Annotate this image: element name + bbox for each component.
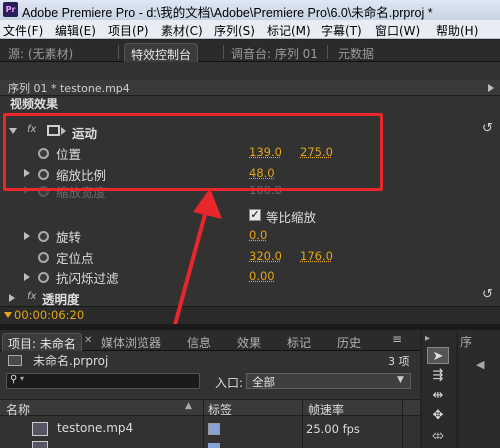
project-name: 未命名.prproj <box>33 354 109 368</box>
antiflicker-row: 抗闪烁过滤 0.00 <box>0 267 500 287</box>
expand-panel-icon[interactable] <box>488 84 494 92</box>
tab-history[interactable]: 历史 <box>332 333 366 351</box>
opacity-effect-row[interactable]: fx 透明度 ↺ <box>0 287 500 308</box>
column-name[interactable]: 名称 <box>6 401 30 418</box>
fx-toggle-icon[interactable]: fx <box>27 291 36 302</box>
search-dropdown-icon[interactable]: ▾ <box>20 374 24 383</box>
label-color-swatch[interactable] <box>208 443 220 448</box>
in-point-dropdown[interactable]: 全部 ▼ <box>246 373 411 389</box>
playhead-icon <box>4 312 12 318</box>
menu-sequence[interactable]: 序列(S) <box>214 22 255 39</box>
column-frame-rate[interactable]: 帧速率 <box>308 401 344 418</box>
sequence-clip-label: 序列 01 * testone.mp4 <box>8 82 130 95</box>
ripple-edit-tool-icon[interactable]: ⇹ <box>427 387 449 404</box>
title-bar: Pr Adobe Premiere Pro - d:\我的文档\Adobe\Pr… <box>0 0 500 20</box>
tab-divider <box>223 45 224 59</box>
reset-opacity-icon[interactable]: ↺ <box>482 287 493 302</box>
in-point-value: 全部 <box>252 375 275 389</box>
timeline-icon[interactable]: ◀ <box>476 358 484 371</box>
menu-window[interactable]: 窗口(W) <box>375 22 420 39</box>
uniform-scale-label: 等比缩放 <box>266 210 317 225</box>
tab-media-browser[interactable]: 媒体浏览器 <box>96 333 166 351</box>
item-count: 3 项 <box>388 355 410 368</box>
in-point-label: 入口: <box>215 376 244 390</box>
rolling-edit-tool-icon[interactable]: ✥ <box>427 407 449 424</box>
close-tab-icon[interactable]: ✕ <box>84 335 92 346</box>
sequence-header: 序列 01 * testone.mp4 <box>0 80 500 96</box>
stopwatch-icon[interactable] <box>38 272 49 283</box>
tools-panel: ▸ ➤ ⇶ ⇹ ✥ ⤄ <box>422 330 456 448</box>
expand-rotation-icon[interactable] <box>24 232 30 240</box>
video-effects-header: 视频效果 <box>0 98 500 112</box>
reset-motion-icon[interactable]: ↺ <box>482 121 493 136</box>
stopwatch-icon[interactable] <box>38 252 49 263</box>
selection-tool-icon[interactable]: ➤ <box>427 347 449 364</box>
anchor-point-row: 定位点 320.0 176.0 <box>0 247 500 267</box>
tab-audio-mixer[interactable]: 调音台: 序列 01 <box>225 43 324 62</box>
stopwatch-icon[interactable] <box>38 231 49 242</box>
project-item-row[interactable]: testone.mp4 25.00 fps <box>0 419 420 439</box>
menu-edit[interactable]: 编辑(E) <box>55 22 96 39</box>
panel-menu-icon[interactable]: ▸ <box>425 333 430 344</box>
timeline-tab-label[interactable]: 序 <box>460 333 472 350</box>
antiflicker-value[interactable]: 0.00 <box>249 269 275 283</box>
rotation-value[interactable]: 0.0 <box>249 228 267 242</box>
track-select-tool-icon[interactable]: ⇶ <box>427 367 449 384</box>
panel-menu-icon[interactable]: ≡ <box>392 332 402 346</box>
clip-icon <box>32 441 48 448</box>
menu-project[interactable]: 项目(P) <box>108 22 149 39</box>
project-panel-tabs: 项目: 未命名 ✕ 媒体浏览器 信息 效果 标记 历史 ≡ <box>0 330 420 351</box>
anchor-point-label: 定位点 <box>56 251 94 266</box>
timeline-panel: 序 ◀ <box>458 330 500 448</box>
project-search-field[interactable]: ⚲ ▾ <box>6 373 200 389</box>
top-panel-tabs: 源: (无素材) 特效控制台 调音台: 序列 01 元数据 <box>0 40 500 62</box>
menu-help[interactable]: 帮助(H) <box>436 22 478 39</box>
sort-ascending-icon[interactable]: ▲ <box>185 401 192 411</box>
item-name: testone.mp4 <box>57 421 134 435</box>
rotation-label: 旋转 <box>56 230 82 245</box>
menu-marker[interactable]: 标记(M) <box>267 22 311 39</box>
video-effects-label: 视频效果 <box>10 98 59 111</box>
anchor-y-value[interactable]: 176.0 <box>300 249 333 263</box>
anchor-x-value[interactable]: 320.0 <box>249 249 282 263</box>
menu-file[interactable]: 文件(F) <box>3 22 43 39</box>
label-color-swatch[interactable] <box>208 423 220 435</box>
menu-title[interactable]: 字幕(T) <box>321 22 362 39</box>
tab-divider <box>327 45 328 59</box>
current-timecode[interactable]: 00:00:06:20 <box>14 308 84 322</box>
uniform-scale-checkbox[interactable]: ✓ <box>249 209 261 221</box>
search-icon: ⚲ <box>10 374 18 385</box>
tab-project[interactable]: 项目: 未命名 <box>2 333 82 351</box>
project-item-row[interactable] <box>0 441 420 448</box>
menu-bar: 文件(F) 编辑(E) 项目(P) 素材(C) 序列(S) 标记(M) 字幕(T… <box>0 20 500 39</box>
window-title: Adobe Premiere Pro - d:\我的文档\Adobe\Premi… <box>22 6 433 20</box>
tab-effects[interactable]: 效果 <box>232 333 266 351</box>
expand-antiflicker-icon[interactable] <box>24 273 30 281</box>
tab-metadata[interactable]: 元数据 <box>332 43 380 62</box>
project-column-header: 名称 ▲ 标签 帧速率 <box>0 399 420 418</box>
tab-source[interactable]: 源: (无素材) <box>2 43 79 62</box>
project-file-icon <box>8 355 22 366</box>
column-label[interactable]: 标签 <box>208 401 232 418</box>
item-frame-rate: 25.00 fps <box>306 422 360 436</box>
premiere-logo-icon: Pr <box>3 2 18 17</box>
video-clip-icon <box>32 422 48 436</box>
menu-clip[interactable]: 素材(C) <box>161 22 203 39</box>
chevron-down-icon: ▼ <box>397 375 404 385</box>
tab-info[interactable]: 信息 <box>182 333 216 351</box>
expand-opacity-icon[interactable] <box>9 294 15 302</box>
tab-effect-controls[interactable]: 特效控制台 <box>124 43 199 62</box>
rate-stretch-tool-icon[interactable]: ⤄ <box>427 427 449 444</box>
rotation-row: 旋转 0.0 <box>0 226 500 246</box>
antiflicker-label: 抗闪烁过滤 <box>56 271 119 286</box>
uniform-scale-row: ✓ 等比缩放 <box>0 206 500 226</box>
tab-markers[interactable]: 标记 <box>282 333 316 351</box>
annotation-highlight-box <box>3 113 383 191</box>
tab-divider <box>118 45 119 59</box>
